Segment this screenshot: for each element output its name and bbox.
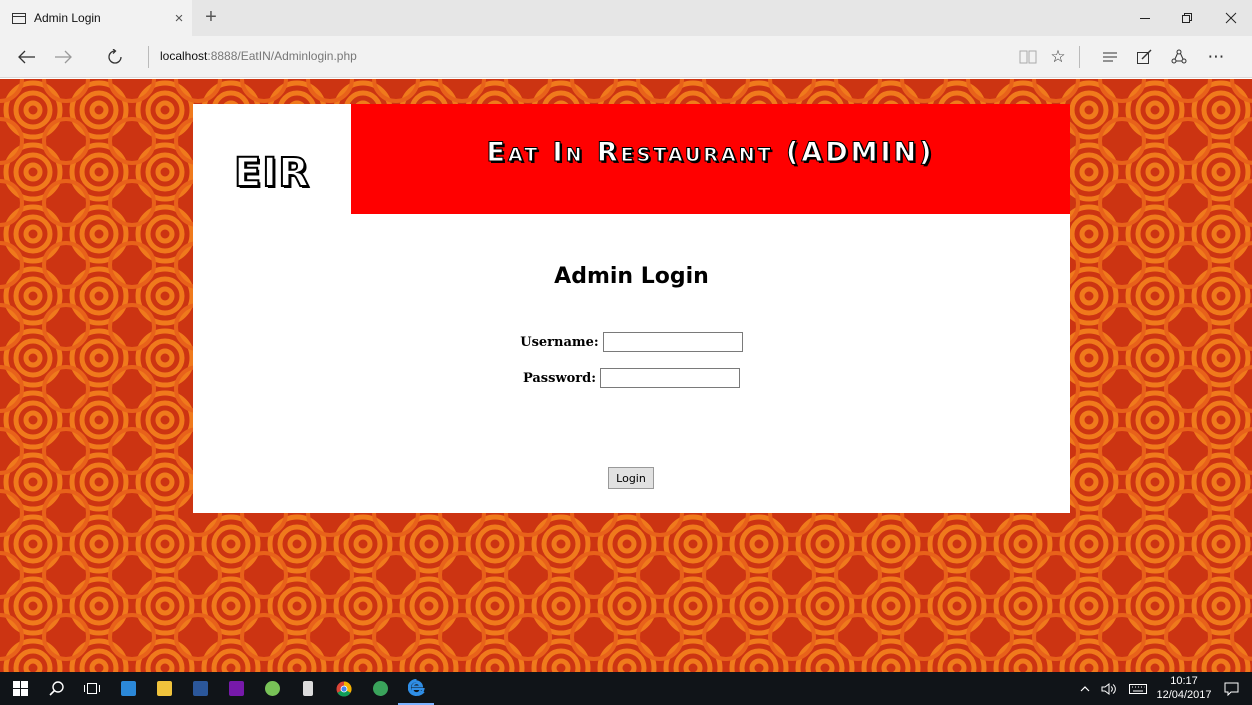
new-tab-button[interactable]: +	[200, 6, 222, 28]
word-app[interactable]	[182, 672, 218, 705]
url-path: :8888/EatIN/Adminlogin.php	[207, 49, 357, 63]
device-app[interactable]	[290, 672, 326, 705]
url-field[interactable]: localhost:8888/EatIN/Adminlogin.php	[160, 49, 357, 63]
file-explorer-icon	[156, 681, 172, 696]
minimize-button[interactable]	[1124, 0, 1166, 36]
banner-title: Eat In Restaurant (ADMIN)	[486, 136, 935, 168]
edge-icon	[407, 679, 425, 696]
taskbar: 10:17 12/04/2017	[0, 672, 1252, 705]
password-label: Password:	[522, 370, 597, 386]
password-input[interactable]	[600, 368, 741, 388]
tab-close-icon[interactable]: ×	[168, 10, 190, 27]
keyboard-button[interactable]	[1124, 672, 1152, 705]
green-app[interactable]	[362, 672, 398, 705]
edge-app[interactable]	[398, 672, 434, 705]
address-bar: localhost:8888/EatIN/Adminlogin.php ☆ ⋯	[0, 36, 1252, 78]
web-note-button[interactable]	[1128, 36, 1160, 78]
username-input[interactable]	[602, 332, 743, 352]
chrome-app[interactable]	[326, 672, 362, 705]
search-icon	[48, 681, 64, 696]
device-icon	[303, 681, 313, 696]
sticky-notes-app[interactable]	[110, 672, 146, 705]
word-icon	[192, 681, 208, 696]
android-studio-icon	[264, 681, 280, 696]
close-window-button[interactable]	[1210, 0, 1252, 36]
web-note-icon	[1137, 49, 1152, 64]
logo: EIR	[193, 104, 351, 214]
refresh-icon	[108, 49, 122, 64]
tab-bar: Admin Login × +	[0, 0, 1252, 36]
login-button[interactable]: Login	[608, 467, 654, 489]
login-card: EIR Eat In Restaurant (ADMIN) Admin Logi…	[193, 104, 1070, 513]
onenote-icon	[228, 681, 244, 696]
toolbar-separator	[1079, 46, 1080, 68]
reading-view-icon	[1019, 50, 1037, 64]
restore-button[interactable]	[1166, 0, 1208, 36]
more-icon: ⋯	[1207, 47, 1225, 66]
address-separator	[148, 46, 149, 68]
sticky-notes-icon	[120, 681, 136, 696]
chevron-up-icon	[1080, 685, 1090, 691]
task-view-icon	[84, 683, 100, 694]
windows-start-icon	[12, 681, 28, 696]
tab-admin-login[interactable]: Admin Login ×	[0, 0, 192, 36]
page-viewport: EIR Eat In Restaurant (ADMIN) Admin Logi…	[0, 79, 1252, 672]
volume-icon	[1101, 682, 1116, 695]
notifications-icon	[1224, 682, 1238, 696]
clock-time: 10:17	[1170, 675, 1198, 687]
username-row: Username:	[193, 332, 1070, 352]
tab-title: Admin Login	[34, 11, 101, 25]
url-host: localhost	[160, 49, 208, 63]
favorites-button[interactable]: ☆	[1042, 36, 1074, 78]
reading-view-button[interactable]	[1012, 36, 1044, 78]
back-button[interactable]	[12, 36, 42, 78]
volume-button[interactable]	[1096, 672, 1122, 705]
restore-icon	[1182, 13, 1192, 23]
more-button[interactable]: ⋯	[1200, 36, 1232, 78]
hub-button[interactable]	[1094, 36, 1126, 78]
hub-icon	[1103, 52, 1117, 62]
app-icon	[372, 681, 388, 696]
forward-arrow-icon	[55, 50, 72, 64]
password-row: Password:	[193, 368, 1070, 388]
share-button[interactable]	[1163, 36, 1195, 78]
start-button[interactable]	[2, 672, 38, 705]
username-label: Username:	[520, 334, 599, 350]
share-icon	[1171, 49, 1187, 64]
logo-text: EIR	[233, 149, 310, 197]
chrome-icon	[336, 680, 352, 697]
favorites-star-icon: ☆	[1050, 47, 1066, 66]
show-hidden-icons-button[interactable]	[1074, 672, 1096, 705]
file-explorer-app[interactable]	[146, 672, 182, 705]
forward-button[interactable]	[48, 36, 78, 78]
back-arrow-icon	[18, 50, 35, 64]
action-center-button[interactable]	[1214, 672, 1248, 705]
page-title: Admin Login	[554, 264, 709, 289]
minimize-icon	[1140, 18, 1150, 19]
header-banner: Eat In Restaurant (ADMIN)	[351, 104, 1070, 214]
clock-date: 12/04/2017	[1156, 689, 1212, 701]
close-icon	[1225, 12, 1237, 24]
system-clock[interactable]: 10:17 12/04/2017	[1156, 674, 1212, 702]
onenote-app[interactable]	[218, 672, 254, 705]
task-view-button[interactable]	[74, 672, 110, 705]
keyboard-icon	[1129, 683, 1147, 694]
search-button[interactable]	[38, 672, 74, 705]
android-studio-app[interactable]	[254, 672, 290, 705]
tab-page-icon	[12, 12, 26, 24]
refresh-button[interactable]	[100, 36, 130, 78]
